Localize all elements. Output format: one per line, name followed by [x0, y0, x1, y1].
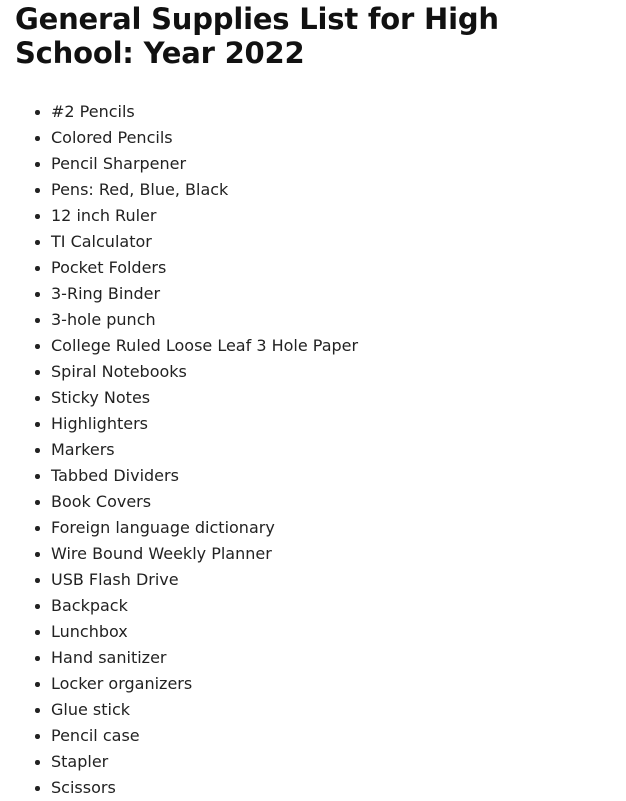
bullet-icon	[35, 99, 41, 125]
list-item-label: Scissors	[51, 778, 116, 797]
bullet-icon	[35, 177, 41, 203]
list-item-label: Tabbed Dividers	[51, 466, 179, 485]
list-item-label: 12 inch Ruler	[51, 206, 157, 225]
list-item: Tabbed Dividers	[15, 463, 612, 489]
list-item: Scissors	[15, 775, 612, 801]
bullet-icon	[35, 411, 41, 437]
list-item: 3-hole punch	[15, 307, 612, 333]
list-item: #2 Pencils	[15, 99, 612, 125]
list-item: USB Flash Drive	[15, 567, 612, 593]
list-item: Locker organizers	[15, 671, 612, 697]
bullet-icon	[35, 463, 41, 489]
list-item: Wire Bound Weekly Planner	[15, 541, 612, 567]
bullet-icon	[35, 359, 41, 385]
bullet-icon	[35, 437, 41, 463]
list-item-label: Book Covers	[51, 492, 152, 511]
bullet-icon	[35, 749, 41, 775]
list-item-label: Lunchbox	[51, 622, 128, 641]
list-item-label: Stapler	[51, 752, 109, 771]
bullet-icon	[35, 255, 41, 281]
list-item-label: Wire Bound Weekly Planner	[51, 544, 272, 563]
supplies-list: #2 Pencils Colored Pencils Pencil Sharpene…	[15, 70, 612, 801]
list-item: Pens: Red, Blue, Black	[15, 177, 612, 203]
list-item-label: Pocket Folders	[51, 258, 167, 277]
list-item: Markers	[15, 437, 612, 463]
bullet-icon	[35, 775, 41, 801]
bullet-icon	[35, 723, 41, 749]
list-item-label: 3-hole punch	[51, 310, 156, 329]
list-item: TI Calculator	[15, 229, 612, 255]
list-item-label: Highlighters	[51, 414, 148, 433]
page-title: General Supplies List for High School: Y…	[15, 2, 499, 70]
list-item: College Ruled Loose Leaf 3 Hole Paper	[15, 333, 612, 359]
list-item-label: Sticky Notes	[51, 388, 151, 407]
bullet-icon	[35, 541, 41, 567]
list-item-label: Glue stick	[51, 700, 131, 719]
list-item-label: Colored Pencils	[51, 128, 173, 147]
list-item-label: USB Flash Drive	[51, 570, 179, 589]
bullet-icon	[35, 645, 41, 671]
list-item: Pocket Folders	[15, 255, 612, 281]
list-item: Spiral Notebooks	[15, 359, 612, 385]
bullet-icon	[35, 385, 41, 411]
list-item: Colored Pencils	[15, 125, 612, 151]
bullet-icon	[35, 307, 41, 333]
bullet-icon	[35, 567, 41, 593]
bullet-icon	[35, 697, 41, 723]
bullet-icon	[35, 619, 41, 645]
bullet-icon	[35, 151, 41, 177]
list-item-label: TI Calculator	[51, 232, 152, 251]
bullet-icon	[35, 593, 41, 619]
bullet-icon	[35, 281, 41, 307]
list-item: Lunchbox	[15, 619, 612, 645]
list-item: Pencil case	[15, 723, 612, 749]
list-item: Highlighters	[15, 411, 612, 437]
list-item: Hand sanitizer	[15, 645, 612, 671]
bullet-icon	[35, 671, 41, 697]
list-item: Stapler	[15, 749, 612, 775]
bullet-icon	[35, 333, 41, 359]
list-item-label: Pencil case	[51, 726, 140, 745]
list-item: Glue stick	[15, 697, 612, 723]
bullet-icon	[35, 125, 41, 151]
bullet-icon	[35, 515, 41, 541]
list-item-label: College Ruled Loose Leaf 3 Hole Paper	[51, 336, 359, 355]
list-item: Sticky Notes	[15, 385, 612, 411]
bullet-icon	[35, 203, 41, 229]
list-item-label: Hand sanitizer	[51, 648, 167, 667]
list-item: Pencil Sharpener	[15, 151, 612, 177]
list-item-label: Pens: Red, Blue, Black	[51, 180, 229, 199]
list-item-label: Foreign language dictionary	[51, 518, 275, 537]
bullet-icon	[35, 229, 41, 255]
document-page: General Supplies List for High School: Y…	[0, 0, 626, 801]
list-item: 12 inch Ruler	[15, 203, 612, 229]
list-item-label: Locker organizers	[51, 674, 193, 693]
list-item-label: Backpack	[51, 596, 128, 615]
bullet-icon	[35, 489, 41, 515]
list-item-label: Spiral Notebooks	[51, 362, 187, 381]
list-item: Foreign language dictionary	[15, 515, 612, 541]
list-item-label: Markers	[51, 440, 115, 459]
list-item-label: Pencil Sharpener	[51, 154, 187, 173]
list-item-label: 3-Ring Binder	[51, 284, 161, 303]
list-item: Book Covers	[15, 489, 612, 515]
list-item: 3-Ring Binder	[15, 281, 612, 307]
list-item-label: #2 Pencils	[51, 102, 135, 121]
list-item: Backpack	[15, 593, 612, 619]
